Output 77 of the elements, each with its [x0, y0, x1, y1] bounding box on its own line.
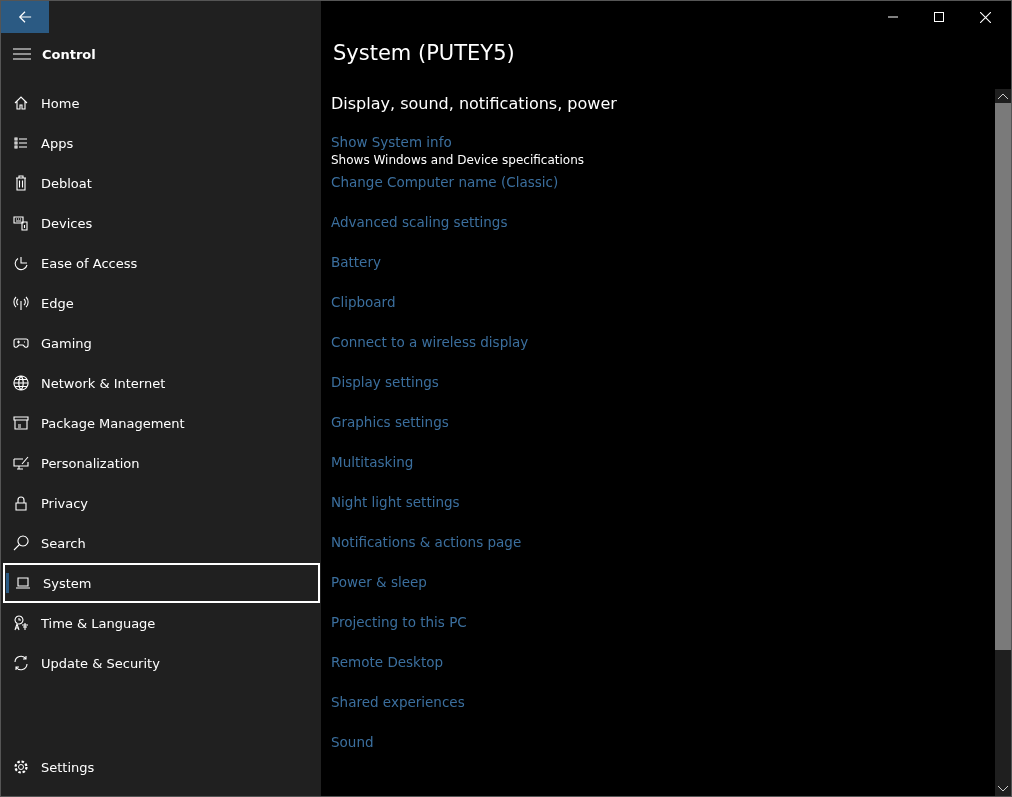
- nav-label: Update & Security: [41, 655, 160, 671]
- back-arrow-icon: [18, 10, 32, 24]
- settings-nav-item[interactable]: Settings: [1, 747, 321, 787]
- menu-icon[interactable]: [13, 47, 31, 61]
- nav-item[interactable]: Personalization: [1, 443, 321, 483]
- settings-link[interactable]: Graphics settings: [331, 414, 449, 430]
- nav-label: Search: [41, 535, 86, 551]
- nav-label: Network & Internet: [41, 375, 166, 391]
- nav-label: Settings: [41, 759, 95, 775]
- settings-link[interactable]: Projecting to this PC: [331, 614, 467, 630]
- sync-icon: [13, 655, 29, 671]
- back-button[interactable]: [1, 1, 49, 33]
- search-icon: [13, 535, 29, 551]
- settings-link[interactable]: Advanced scaling settings: [331, 214, 508, 230]
- settings-link[interactable]: Change Computer name (Classic): [331, 174, 559, 190]
- nav-label: Debloat: [41, 175, 92, 191]
- laptop-icon: [15, 575, 31, 591]
- antenna-icon: [13, 295, 29, 311]
- nav-label: Privacy: [41, 495, 89, 511]
- nav-item[interactable]: Time & Language: [1, 603, 321, 643]
- scrollbar[interactable]: [995, 89, 1011, 796]
- nav-item[interactable]: Apps: [1, 123, 321, 163]
- nav-item[interactable]: Home: [1, 83, 321, 123]
- trash-icon: [13, 175, 29, 191]
- nav-label: System: [43, 575, 92, 591]
- settings-link[interactable]: Show System info: [331, 134, 452, 150]
- gamepad-icon: [13, 335, 29, 351]
- monitor-brush-icon: [13, 455, 29, 471]
- nav-item[interactable]: Search: [1, 523, 321, 563]
- globe-icon: [13, 375, 29, 391]
- list-icon: [13, 135, 29, 151]
- sidebar-title: Control: [42, 46, 96, 62]
- nav-label: Package Management: [41, 415, 185, 431]
- settings-link[interactable]: Power & sleep: [331, 574, 427, 590]
- nav-item[interactable]: Gaming: [1, 323, 321, 363]
- nav-item[interactable]: Edge: [1, 283, 321, 323]
- dial-icon: [13, 255, 29, 271]
- settings-link[interactable]: Shared experiences: [331, 694, 465, 710]
- keyboard-icon: [13, 215, 29, 231]
- settings-link[interactable]: Sound: [331, 734, 374, 750]
- nav-item[interactable]: Devices: [1, 203, 321, 243]
- link-description: Shows Windows and Device specifications: [331, 153, 585, 167]
- nav-label: Edge: [41, 295, 74, 311]
- selection-indicator: [6, 573, 9, 593]
- house-icon: [13, 95, 29, 111]
- lock-icon: [13, 495, 29, 511]
- nav-item[interactable]: Debloat: [1, 163, 321, 203]
- nav-item[interactable]: Privacy: [1, 483, 321, 523]
- settings-link[interactable]: Night light settings: [331, 494, 460, 510]
- maximize-icon[interactable]: [934, 12, 944, 22]
- nav-item[interactable]: System: [3, 563, 320, 603]
- nav-item[interactable]: Package Management: [1, 403, 321, 443]
- nav-label: Time & Language: [41, 615, 156, 631]
- scroll-up-icon[interactable]: [998, 93, 1008, 99]
- settings-link[interactable]: Battery: [331, 254, 381, 270]
- section-heading: Display, sound, notifications, power: [331, 94, 618, 113]
- settings-link[interactable]: Clipboard: [331, 294, 396, 310]
- nav-label: Personalization: [41, 455, 140, 471]
- close-icon[interactable]: [980, 11, 991, 23]
- settings-link[interactable]: Remote Desktop: [331, 654, 444, 670]
- page-title: System (PUTEY5): [333, 41, 516, 65]
- nav-label: Apps: [41, 135, 74, 151]
- settings-link[interactable]: Notifications & actions page: [331, 534, 522, 550]
- nav-label: Gaming: [41, 335, 92, 351]
- package-icon: [13, 415, 29, 431]
- gear-icon: [13, 759, 29, 775]
- nav-label: Devices: [41, 215, 93, 231]
- nav-label: Ease of Access: [41, 255, 138, 271]
- nav-item[interactable]: Network & Internet: [1, 363, 321, 403]
- scroll-down-icon[interactable]: [998, 786, 1008, 792]
- scroll-thumb[interactable]: [995, 103, 1011, 650]
- settings-link[interactable]: Display settings: [331, 374, 439, 390]
- nav-item[interactable]: Update & Security: [1, 643, 321, 683]
- nav-label: Home: [41, 95, 80, 111]
- nav-item[interactable]: Ease of Access: [1, 243, 321, 283]
- settings-link[interactable]: Multitasking: [331, 454, 414, 470]
- settings-link[interactable]: Connect to a wireless display: [331, 334, 529, 350]
